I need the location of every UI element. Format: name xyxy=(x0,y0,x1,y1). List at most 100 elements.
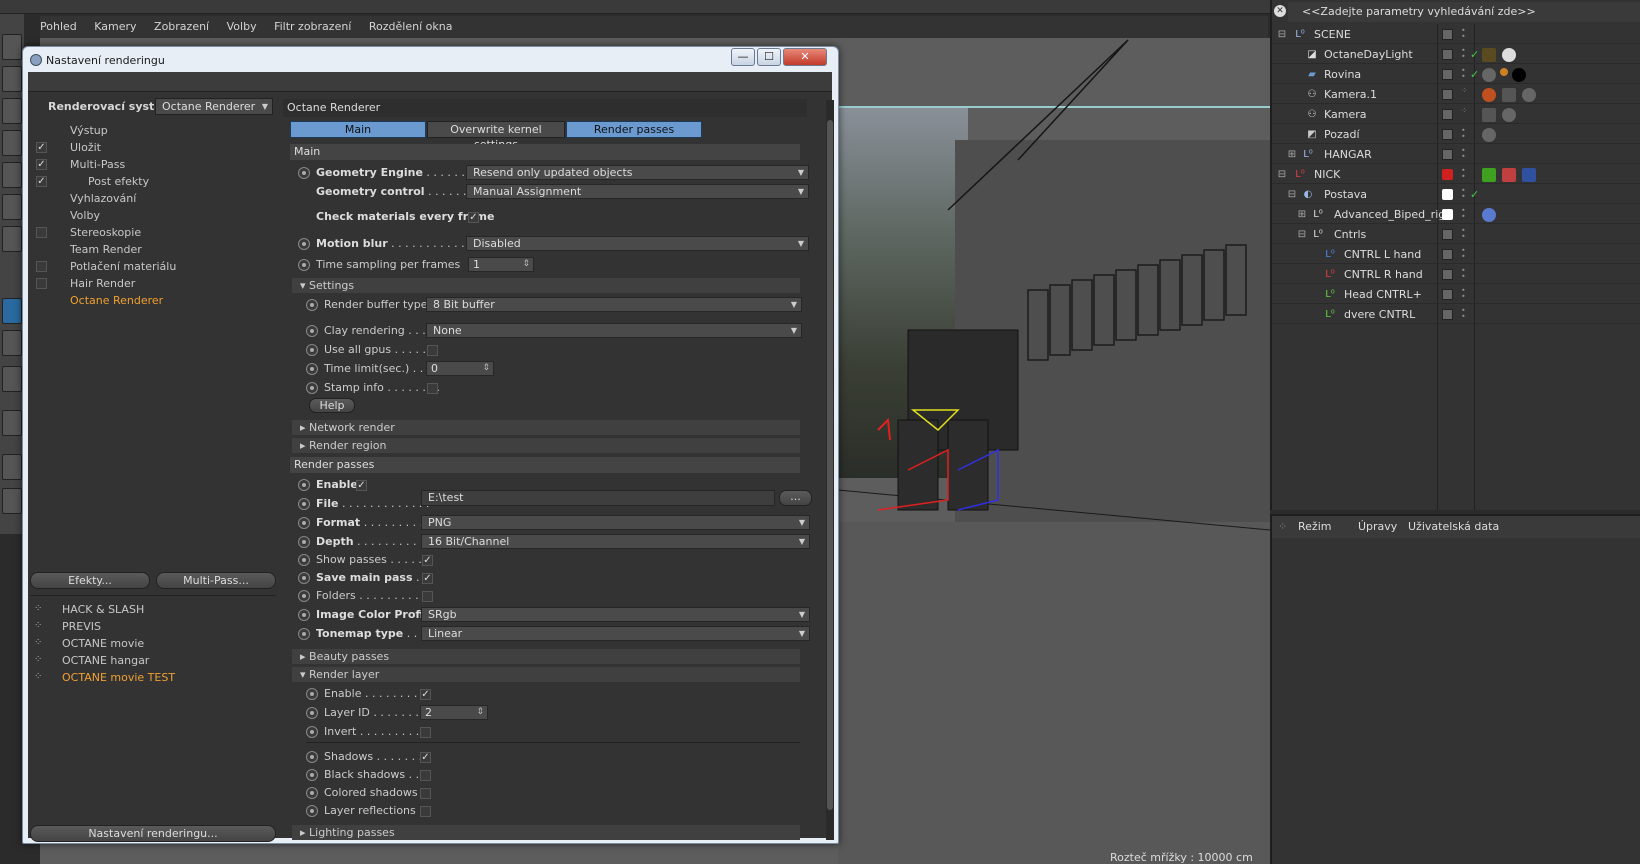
checkbox[interactable]: ✓ xyxy=(36,176,47,187)
object-row[interactable]: L⁰ CNTRL R hand • • xyxy=(1272,265,1640,284)
nav-item-hair-render[interactable]: Hair Render xyxy=(30,275,276,292)
tool-cube-icon[interactable] xyxy=(2,34,22,60)
time-limit-input[interactable]: 0 xyxy=(426,361,494,376)
checkbox[interactable] xyxy=(36,227,47,238)
object-row[interactable]: ⚇ Kamera.1 ⁘ xyxy=(1272,85,1640,104)
object-row[interactable]: ◪ OctaneDayLight • • ✓ xyxy=(1272,45,1640,64)
expand-icon[interactable]: ⊞ xyxy=(1286,149,1298,161)
edit-toggle[interactable] xyxy=(1442,229,1453,240)
collapse-icon[interactable]: ⊟ xyxy=(1276,29,1288,41)
tool-edge-icon[interactable] xyxy=(2,194,22,220)
section-beauty-passes[interactable]: ▸ Beauty passes xyxy=(292,649,800,664)
display-tag-icon[interactable] xyxy=(1482,168,1496,182)
edit-toggle[interactable] xyxy=(1442,49,1453,60)
nav-item-post-efekty[interactable]: ✓ Post efekty xyxy=(30,173,276,190)
rl-colored-shadows-checkbox[interactable] xyxy=(420,788,431,799)
menu-kamery[interactable]: Kamery xyxy=(94,16,136,38)
section-network-render[interactable]: ▸ Network render xyxy=(292,420,800,435)
section-settings[interactable]: ▾ Settings xyxy=(292,278,800,293)
visibility-dots[interactable]: • • xyxy=(1461,47,1467,61)
rl-shadows-checkbox[interactable]: ✓ xyxy=(420,752,431,763)
anim-radio[interactable] xyxy=(298,554,310,566)
visibility-dots[interactable]: • • xyxy=(1461,147,1467,161)
puzzle-tag-icon[interactable] xyxy=(1482,208,1496,222)
rl-layer-id-input[interactable]: 2 xyxy=(420,705,488,720)
menu-zobrazeni[interactable]: Zobrazení xyxy=(154,16,209,38)
nav-item-vystup[interactable]: Výstup xyxy=(30,122,276,139)
object-search-input[interactable]: <<Zadejte parametry vyhledávání zde>> xyxy=(1288,2,1640,22)
tool-workplane-icon[interactable] xyxy=(2,488,22,514)
section-render-region[interactable]: ▸ Render region xyxy=(292,438,800,453)
anim-radio[interactable] xyxy=(298,609,310,621)
tool-axis-icon[interactable] xyxy=(2,298,22,324)
object-row[interactable]: ▰ Rovina • • ✓ xyxy=(1272,65,1640,84)
visibility-dots[interactable]: • • xyxy=(1461,287,1467,301)
anim-radio[interactable] xyxy=(298,259,310,271)
object-row[interactable]: ⊟ L⁰ NICK • • xyxy=(1272,165,1640,184)
visibility-dots[interactable]: ⁘ xyxy=(1461,107,1468,120)
edit-toggle[interactable] xyxy=(1442,29,1453,40)
checkbox[interactable] xyxy=(36,278,47,289)
nav-item-octane-renderer[interactable]: Octane Renderer xyxy=(30,292,276,309)
edit-toggle[interactable] xyxy=(1442,309,1453,320)
nav-item-potlaceni-materialu[interactable]: Potlačení materiálu xyxy=(30,258,276,275)
menu-pohled[interactable]: Pohled xyxy=(40,16,77,38)
anim-radio[interactable] xyxy=(298,536,310,548)
check-materials-checkbox[interactable]: ✓ xyxy=(468,212,479,223)
edit-toggle[interactable] xyxy=(1442,129,1453,140)
menu-rozdeleni-okna[interactable]: Rozdělení okna xyxy=(369,16,453,38)
rp-tonemap-select[interactable]: Linear xyxy=(421,626,810,641)
render-buffer-select[interactable]: 8 Bit buffer xyxy=(426,297,802,312)
tab-main[interactable]: Main xyxy=(290,121,426,138)
edit-toggle[interactable] xyxy=(1442,269,1453,280)
object-row[interactable]: ◩ Pozadí • • xyxy=(1272,125,1640,144)
rp-folders-checkbox[interactable] xyxy=(422,591,433,602)
rp-save-main-checkbox[interactable]: ✓ xyxy=(422,573,433,584)
rl-enable-checkbox[interactable]: ✓ xyxy=(420,689,431,700)
edit-toggle[interactable] xyxy=(1442,249,1453,260)
anim-radio[interactable] xyxy=(298,572,310,584)
help-button[interactable]: Help xyxy=(309,398,355,413)
anim-radio[interactable] xyxy=(306,325,318,337)
rp-enable-checkbox[interactable]: ✓ xyxy=(356,480,367,491)
tab-render-passes[interactable]: Render passes xyxy=(566,121,702,138)
menu-volby[interactable]: Volby xyxy=(227,16,257,38)
object-row[interactable]: ⊟ ◐ Postava • • ✓ xyxy=(1272,185,1640,204)
octane-camera-tag-icon[interactable] xyxy=(1522,88,1536,102)
checkbox[interactable]: ✓ xyxy=(36,159,47,170)
tool-point-icon[interactable] xyxy=(2,226,22,252)
anim-radio[interactable] xyxy=(298,517,310,529)
anim-radio[interactable] xyxy=(298,628,310,640)
visibility-dots[interactable]: • • xyxy=(1461,127,1467,141)
object-row[interactable]: ⊟ L⁰ SCENE • • xyxy=(1272,25,1640,44)
dots-tag-icon[interactable] xyxy=(1500,68,1508,76)
preset-item[interactable]: ⁘ OCTANE hangar xyxy=(30,652,276,669)
effects-button[interactable]: Efekty... xyxy=(30,572,150,589)
clay-rendering-select[interactable]: None xyxy=(426,323,802,338)
visibility-dots[interactable]: ⁘ xyxy=(1461,87,1468,100)
nav-item-multipass[interactable]: ✓ Multi-Pass xyxy=(30,156,276,173)
rp-file-browse-button[interactable]: ... xyxy=(779,490,812,506)
collapse-icon[interactable]: ⊟ xyxy=(1296,229,1308,241)
visibility-dots[interactable]: • • xyxy=(1461,267,1467,281)
tool-lock-icon[interactable] xyxy=(2,454,22,480)
use-all-gpus-checkbox[interactable] xyxy=(427,345,438,356)
object-row[interactable]: ⊞ L⁰ Advanced_Biped_rig • • xyxy=(1272,205,1640,224)
tab-overwrite-kernel-settings[interactable]: Overwrite kernel settings xyxy=(427,121,565,151)
visibility-dots[interactable]: • • xyxy=(1461,307,1467,321)
rig-tag-icon[interactable] xyxy=(1522,168,1536,182)
time-sampling-input[interactable]: 1 xyxy=(468,257,534,272)
stamp-info-checkbox[interactable] xyxy=(427,383,438,394)
xpresso-tag-icon[interactable] xyxy=(1502,168,1516,182)
preset-item-active[interactable]: ⁘ OCTANE movie TEST xyxy=(30,669,276,686)
geometry-control-select[interactable]: Manual Assignment xyxy=(466,184,809,199)
preset-item[interactable]: ⁘ PREVIS xyxy=(30,618,276,635)
maximize-button[interactable]: ☐ xyxy=(757,48,781,66)
object-row[interactable]: ⊞ L⁰ HANGAR • • xyxy=(1272,145,1640,164)
edit-toggle[interactable] xyxy=(1442,149,1453,160)
object-row[interactable]: L⁰ CNTRL L hand • • xyxy=(1272,245,1640,264)
tool-box-icon[interactable] xyxy=(2,66,22,92)
camera-tag-icon[interactable] xyxy=(1482,108,1496,122)
tool-snap-icon[interactable] xyxy=(2,366,22,392)
edit-toggle[interactable] xyxy=(1442,69,1453,80)
